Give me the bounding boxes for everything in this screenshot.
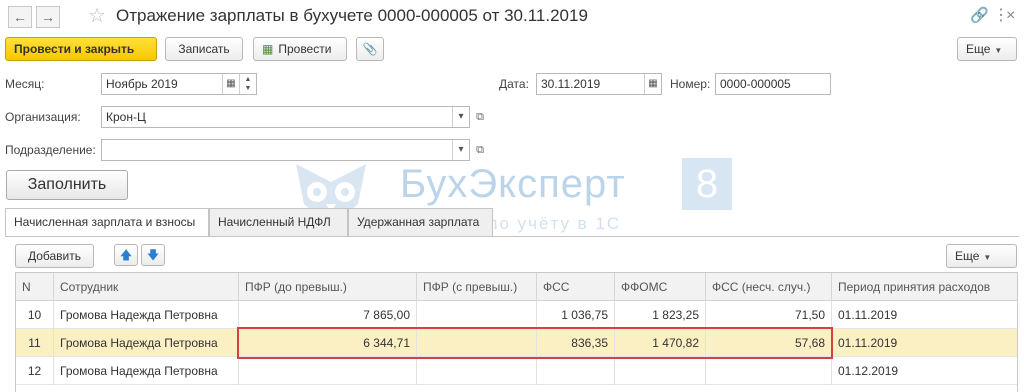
calendar-icon[interactable]: ▦: [222, 74, 239, 94]
column-header-employee[interactable]: Сотрудник: [54, 273, 239, 301]
salary-table: N Сотрудник ПФР (до превыш.) ПФР (с прев…: [15, 272, 1018, 392]
table-row[interactable]: 12 Громова Надежда Петровна 01.12.2019: [16, 357, 1017, 385]
more-button[interactable]: Еще ▼: [957, 37, 1017, 61]
arrow-up-icon: 🡅: [119, 248, 133, 262]
calendar-icon[interactable]: ▦: [644, 74, 661, 94]
date-value: 30.11.2019: [541, 77, 601, 91]
cell-fss: 836,35: [537, 329, 615, 357]
tab-accrued-ndfl[interactable]: Начисленный НДФЛ: [209, 208, 348, 236]
post-and-close-button[interactable]: Провести и закрыть: [5, 37, 157, 61]
cell-fss: 1 036,75: [537, 301, 615, 329]
cell-n: 10: [16, 301, 54, 329]
month-stepper[interactable]: ▲ ▼: [239, 74, 256, 94]
watermark-brand: БухЭксперт: [400, 162, 626, 206]
cell-pfr-before: [239, 357, 417, 385]
fill-button[interactable]: Заполнить: [6, 170, 128, 200]
cell-period: 01.12.2019: [838, 364, 899, 378]
organization-value: Крон-Ц: [106, 110, 146, 124]
cell-period: 01.11.2019: [838, 336, 898, 350]
cell-fss-accident: [706, 357, 832, 385]
cell-pfr-before: 7 865,00: [239, 301, 417, 329]
department-label: Подразделение:: [5, 143, 96, 157]
cell-employee: Громова Надежда Петровна: [54, 329, 239, 357]
cell-period: 01.11.2019: [838, 308, 898, 322]
cell-pfr-after: [417, 329, 537, 357]
back-button[interactable]: ←: [8, 6, 32, 28]
cell-pfr-after: [417, 301, 537, 329]
dropdown-icon[interactable]: ▾: [452, 140, 469, 160]
column-header-ffoms[interactable]: ФФОМС: [615, 273, 706, 301]
number-label: Номер:: [670, 77, 711, 91]
month-value: Ноябрь 2019: [106, 77, 178, 91]
tab-divider: [5, 236, 1019, 237]
close-icon[interactable]: ×: [1006, 6, 1015, 26]
move-up-button[interactable]: 🡅: [114, 244, 138, 266]
tab-accrued-salary[interactable]: Начисленная зарплата и взносы: [5, 208, 209, 237]
cell-pfr-after: [417, 357, 537, 385]
dropdown-icon[interactable]: ▾: [452, 107, 469, 127]
cell-employee: Громова Надежда Петровна: [54, 301, 239, 329]
link-icon[interactable]: 🔗: [970, 6, 989, 26]
number-field[interactable]: 0000-000005: [715, 73, 831, 95]
chevron-down-icon: ▼: [994, 46, 1003, 55]
cell-fss-accident: 57,68: [706, 329, 832, 357]
cell-fss-accident: 71,50: [706, 301, 832, 329]
open-icon[interactable]: ⧉: [471, 139, 489, 161]
cell-pfr-before: 6 344,71: [239, 329, 417, 357]
department-field[interactable]: ▾: [101, 139, 470, 161]
date-label: Дата:: [499, 77, 529, 91]
star-icon[interactable]: ☆: [88, 4, 106, 28]
cell-ffoms: [615, 357, 706, 385]
more-button-label: Еще: [966, 42, 991, 56]
title-bar: ← → ☆ Отражение зарплаты в бухучете 0000…: [0, 0, 1024, 34]
table-row[interactable]: 10 Громова Надежда Петровна 7 865,00 1 0…: [16, 301, 1017, 329]
cell-employee: Громова Надежда Петровна: [54, 357, 239, 385]
arrow-left-icon: ←: [13, 9, 27, 25]
table-row-selected[interactable]: 11 Громова Надежда Петровна 6 344,71 836…: [16, 329, 1017, 357]
organization-label: Организация:: [5, 110, 81, 124]
attach-button[interactable]: 📎: [356, 37, 384, 61]
cell-ffoms: 1 470,82: [615, 329, 706, 357]
post-button-label: Провести: [278, 42, 332, 56]
tab-withheld-salary[interactable]: Удержанная зарплата: [348, 208, 493, 236]
column-header-period[interactable]: Период принятия расходов: [832, 273, 1017, 301]
date-field[interactable]: 30.11.2019 ▦: [536, 73, 662, 95]
column-header-pfr-after[interactable]: ПФР (с превыш.): [417, 273, 537, 301]
organization-field[interactable]: Крон-Ц ▾: [101, 106, 470, 128]
cell-ffoms: 1 823,25: [615, 301, 706, 329]
add-button[interactable]: Добавить: [15, 244, 94, 268]
save-button[interactable]: Записать: [165, 37, 243, 61]
watermark-badge: 8: [682, 158, 732, 210]
table-more-button[interactable]: Еще ▼: [946, 244, 1017, 268]
arrow-right-icon: →: [41, 9, 55, 25]
column-header-pfr-before[interactable]: ПФР (до превыш.): [239, 273, 417, 301]
post-document-icon: ▦: [262, 42, 274, 56]
column-header-fss-accident[interactable]: ФСС (несч. случ.): [706, 273, 832, 301]
paperclip-icon: 📎: [362, 42, 378, 56]
post-button[interactable]: ▦ Провести: [253, 37, 347, 61]
month-field[interactable]: Ноябрь 2019 ▦ ▲ ▼: [101, 73, 257, 95]
table-header: N Сотрудник ПФР (до превыш.) ПФР (с прев…: [16, 273, 1017, 301]
window-title: Отражение зарплаты в бухучете 0000-00000…: [116, 6, 588, 25]
open-icon[interactable]: ⧉: [471, 106, 489, 128]
cell-fss: [537, 357, 615, 385]
forward-button[interactable]: →: [36, 6, 60, 28]
column-header-fss[interactable]: ФСС: [537, 273, 615, 301]
chevron-down-icon: ▼: [983, 253, 992, 262]
month-label: Месяц:: [5, 77, 45, 91]
arrow-down-icon: 🡇: [146, 248, 160, 262]
column-header-n[interactable]: N: [16, 273, 54, 301]
table-more-label: Еще: [955, 249, 980, 263]
cell-n: 12: [16, 357, 54, 385]
move-down-button[interactable]: 🡇: [141, 244, 165, 266]
cell-n: 11: [16, 329, 54, 357]
